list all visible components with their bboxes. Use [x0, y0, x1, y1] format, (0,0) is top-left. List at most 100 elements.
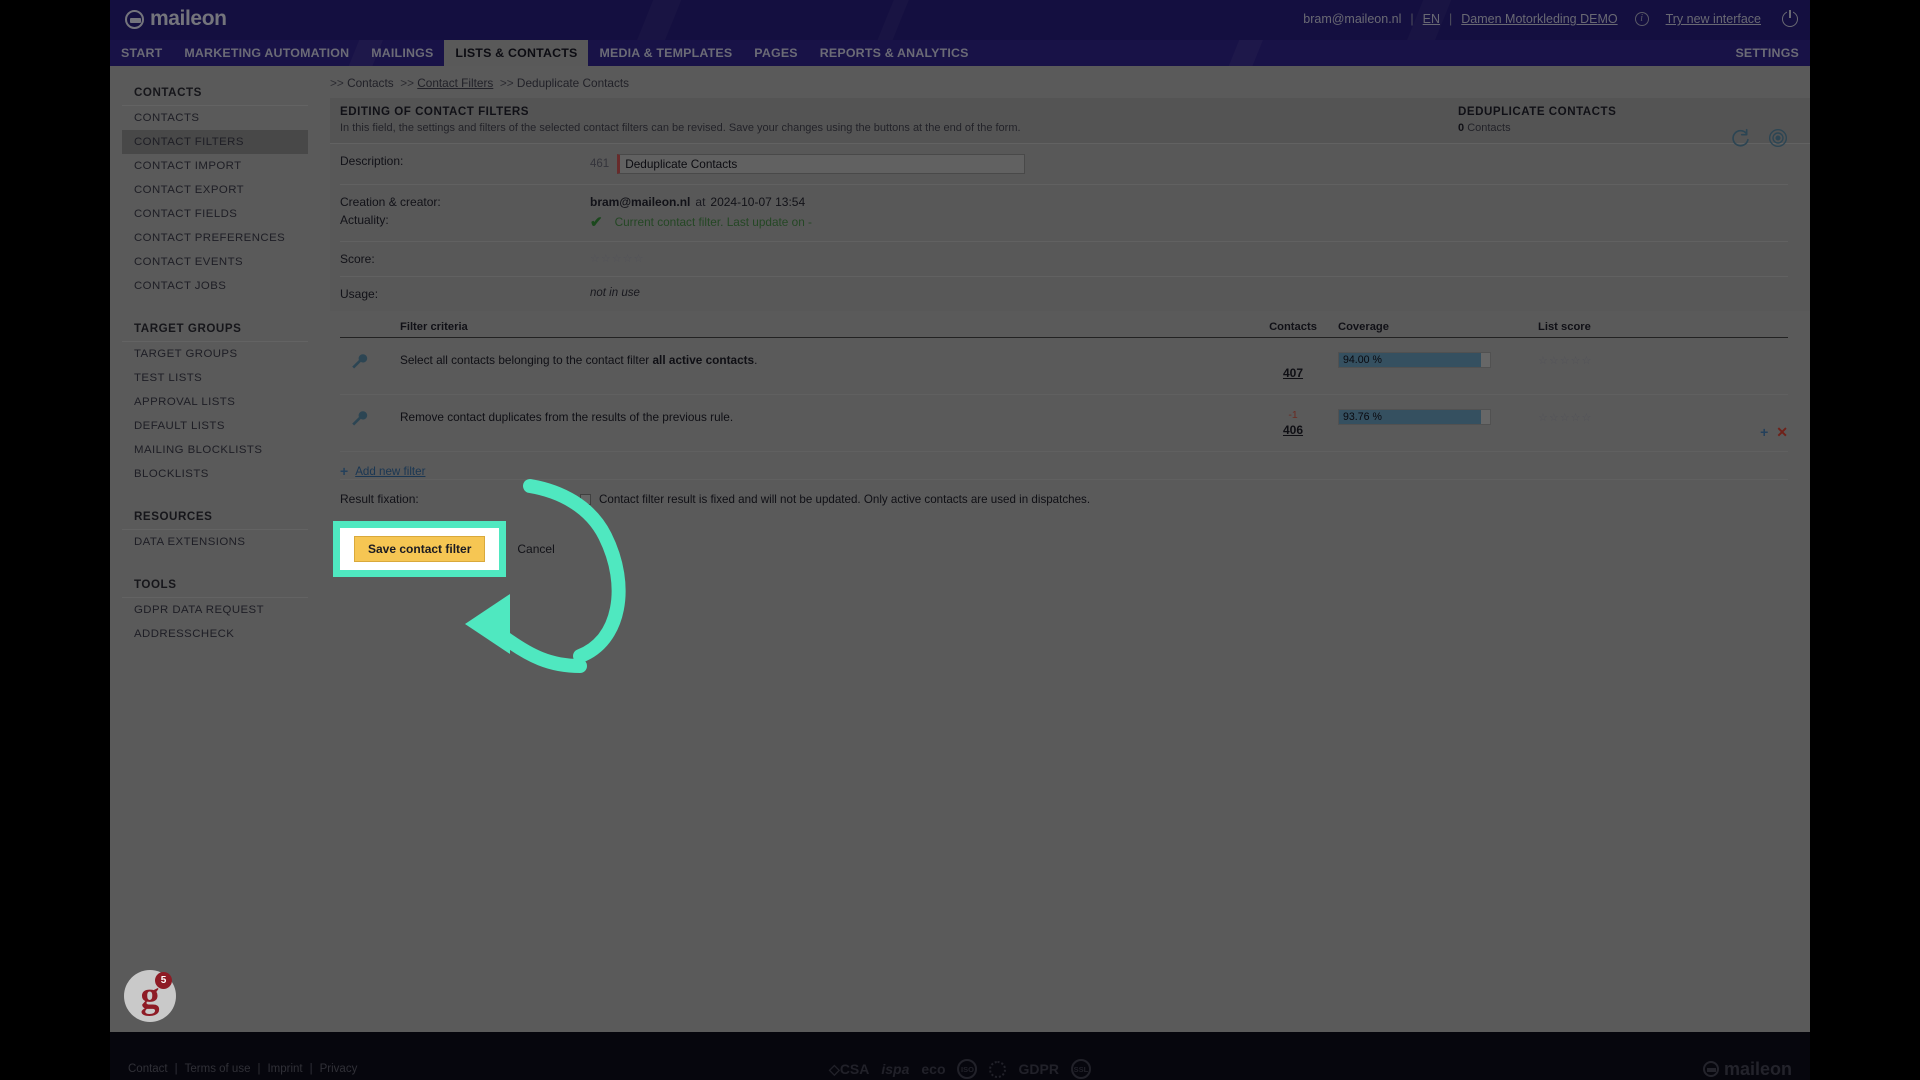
footer-link-imprint[interactable]: Imprint: [267, 1063, 302, 1075]
remove-row-icon[interactable]: ✕: [1776, 424, 1788, 441]
sidebar-item-test-lists[interactable]: TEST LISTS: [122, 366, 308, 390]
criteria-text-cell: Remove contact duplicates from the resul…: [400, 409, 1248, 426]
save-contact-filter-button[interactable]: Save contact filter: [354, 536, 486, 562]
sidebar-item-target-groups[interactable]: TARGET GROUPS: [122, 342, 308, 366]
description-input[interactable]: [617, 154, 1026, 174]
sidebar-item-contact-jobs[interactable]: CONTACT JOBS: [122, 274, 308, 298]
sidebar-item-contacts[interactable]: CONTACTS: [122, 106, 308, 130]
result-fixation-text: Contact filter result is fixed and will …: [599, 492, 1091, 506]
plus-icon: +: [340, 463, 349, 479]
sidebar-item-contact-filters[interactable]: CONTACT FILTERS: [122, 130, 308, 154]
separator: |: [1410, 12, 1414, 26]
col-icon: [340, 321, 400, 333]
sidebar-item-contact-import[interactable]: CONTACT IMPORT: [122, 154, 308, 178]
creation-date: 2024-10-07 13:54: [710, 195, 806, 209]
page-subtitle: In this field, the settings and filters …: [340, 122, 1021, 134]
nav-item-media-and-templates[interactable]: MEDIA & TEMPLATES: [588, 40, 743, 66]
col-list-score: List score: [1538, 321, 1591, 333]
add-new-filter-link[interactable]: Add new filter: [355, 465, 425, 478]
page-title: EDITING OF CONTACT FILTERS: [340, 105, 530, 118]
account-link[interactable]: Damen Motorkleding DEMO: [1461, 12, 1617, 26]
add-row-icon[interactable]: +: [1760, 424, 1768, 441]
contacts-count-number: 0: [1458, 122, 1465, 134]
criteria-text-bold: all active contacts: [652, 353, 755, 367]
sidebar-item-contact-preferences[interactable]: CONTACT PREFERENCES: [122, 226, 308, 250]
score-stars[interactable]: ☆☆☆☆☆: [590, 252, 644, 265]
sidebar-item-contact-fields[interactable]: CONTACT FIELDS: [122, 202, 308, 226]
sidebar-item-approval-lists[interactable]: APPROVAL LISTS: [122, 390, 308, 414]
criteria-text-prefix: Select all contacts belonging to the con…: [400, 353, 653, 367]
breadcrumb-chevron: >>: [499, 76, 514, 90]
contacts-value[interactable]: 406: [1248, 423, 1338, 437]
info-icon[interactable]: i: [1634, 12, 1649, 26]
g5-badge: g 5: [124, 970, 176, 1022]
nav-item-reports-and-analytics[interactable]: REPORTS & ANALYTICS: [809, 40, 980, 66]
maileon-mark-icon: [125, 9, 144, 29]
description-row: Description: 461: [340, 144, 1788, 185]
nav-item-mailings[interactable]: MAILINGS: [360, 40, 444, 66]
nav-item-start[interactable]: START: [110, 40, 173, 66]
usage-value: not in use: [590, 287, 640, 299]
creation-label: Creation & creator:: [340, 195, 441, 209]
table-row: Select all contacts belonging to the con…: [340, 338, 1788, 395]
nav-item-lists-and-contacts[interactable]: LISTS & CONTACTS: [444, 40, 589, 66]
wrench-icon[interactable]: [350, 352, 368, 370]
coverage-label: 94.00 %: [1343, 354, 1382, 366]
form-buttons: Save contact filter Cancel: [332, 521, 1810, 577]
language-link[interactable]: EN: [1423, 12, 1440, 26]
breadcrumb-item-contact-filters[interactable]: Contact Filters: [417, 76, 493, 90]
creation-row: Creation & creator: bram@maileon.nl at 2…: [340, 185, 1788, 211]
sidebar-item-addresscheck[interactable]: ADDRESSCHECK: [122, 622, 308, 646]
nav-item-settings[interactable]: SETTINGS: [1724, 40, 1810, 66]
refresh-icon[interactable]: [1730, 128, 1750, 148]
sidebar-item-mailing-blocklists[interactable]: MAILING BLOCKLISTS: [122, 438, 308, 462]
footer-link-terms-of-use[interactable]: Terms of use: [185, 1063, 251, 1075]
filter-name-title: DEDUPLICATE CONTACTS: [1458, 105, 1617, 118]
nav-item-pages[interactable]: PAGES: [743, 40, 808, 66]
sidebar-item-contact-events[interactable]: CONTACT EVENTS: [122, 250, 308, 274]
sidebar-item-default-lists[interactable]: DEFAULT LISTS: [122, 414, 308, 438]
criteria-text-cell: Select all contacts belonging to the con…: [400, 352, 1248, 369]
contacts-value[interactable]: 407: [1248, 366, 1338, 380]
add-new-filter-row[interactable]: + Add new filter: [340, 463, 1810, 479]
result-fixation-checkbox[interactable]: [580, 493, 591, 505]
criteria-text-prefix: Remove contact duplicates from the resul…: [400, 410, 734, 424]
footer-link-contact[interactable]: Contact: [128, 1063, 168, 1075]
try-new-interface-link[interactable]: Try new interface: [1666, 12, 1761, 26]
usage-label: Usage:: [340, 287, 379, 301]
breadcrumb-chevron: >>: [330, 76, 344, 90]
row-icon-cell: [340, 352, 400, 375]
sidebar-group-tools: TOOLS: [122, 568, 308, 598]
col-actions: [1748, 321, 1788, 333]
nav-item-marketing-automation[interactable]: MARKETING AUTOMATION: [173, 40, 360, 66]
maileon-logo[interactable]: maileon: [125, 7, 227, 31]
at-word: at: [695, 195, 706, 209]
list-score-stars[interactable]: ☆☆☆☆☆: [1538, 354, 1748, 367]
separator: |: [257, 1063, 261, 1075]
sidebar-item-data-extensions[interactable]: DATA EXTENSIONS: [122, 530, 308, 554]
footer-maileon-logo: maileon: [1702, 1059, 1792, 1080]
col-contacts: Contacts: [1269, 321, 1317, 333]
col-filter-criteria: Filter criteria: [400, 321, 468, 333]
sidebar-item-contact-export[interactable]: CONTACT EXPORT: [122, 178, 308, 202]
cancel-button[interactable]: Cancel: [517, 542, 554, 556]
table-header-row: Filter criteria Contacts Coverage List s…: [340, 315, 1788, 338]
breadcrumb-item-contacts[interactable]: Contacts: [347, 76, 394, 90]
header-right-tools: bram@maileon.nl | EN | Damen Motorkledin…: [1303, 10, 1798, 27]
list-score-stars[interactable]: ☆☆☆☆☆: [1538, 411, 1748, 424]
sidebar-item-gdpr-data-request[interactable]: GDPR DATA REQUEST: [122, 598, 308, 622]
gdpr-badge: GDPR: [1018, 1061, 1059, 1077]
power-icon[interactable]: [1782, 10, 1798, 27]
coverage-cell: 93.76 %: [1338, 409, 1538, 425]
footer-link-privacy[interactable]: Privacy: [320, 1063, 358, 1075]
sidebar-item-blocklists[interactable]: BLOCKLISTS: [122, 462, 308, 486]
list-score-cell: ☆☆☆☆☆: [1538, 352, 1748, 367]
coverage-bar: 94.00 %: [1338, 352, 1491, 368]
result-fixation-label: Result fixation:: [340, 492, 419, 506]
actuality-label: Actuality:: [340, 213, 389, 227]
save-button-highlight: Save contact filter: [332, 521, 507, 577]
target-icon[interactable]: [1768, 128, 1788, 148]
wrench-icon[interactable]: [350, 409, 368, 427]
